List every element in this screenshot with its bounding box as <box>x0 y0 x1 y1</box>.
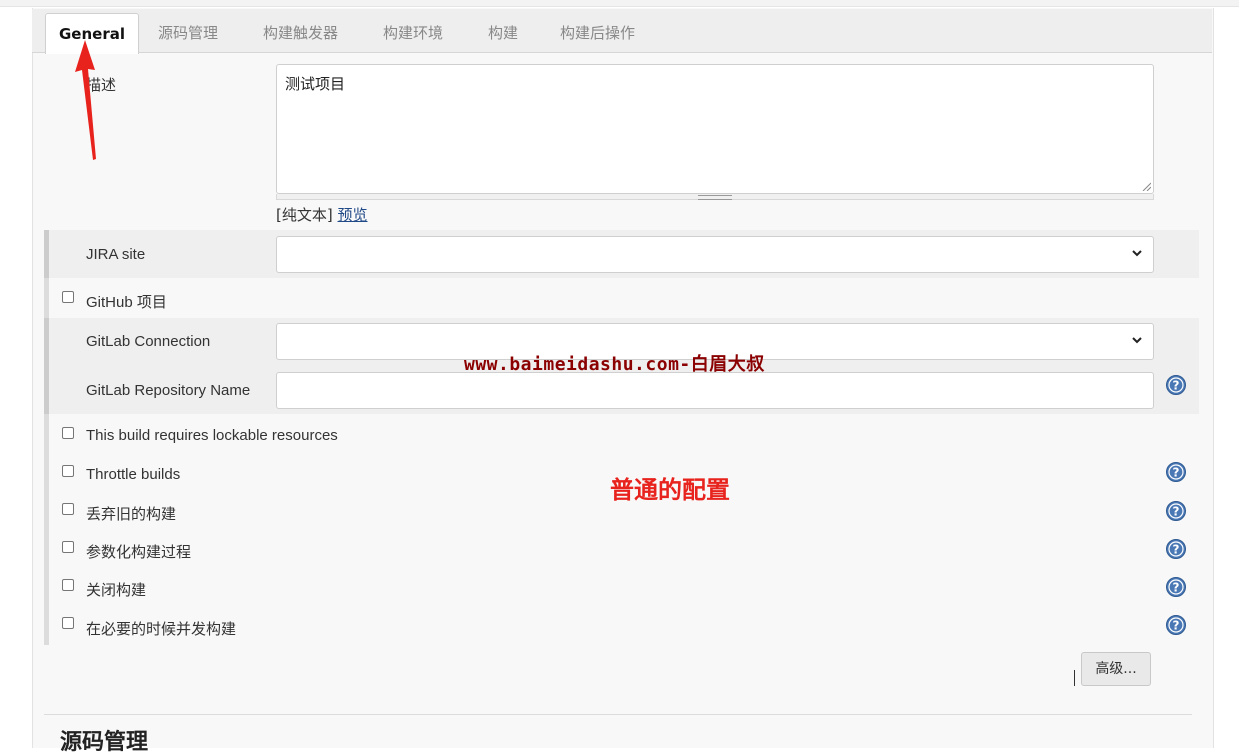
throttle-builds-label: Throttle builds <box>86 466 181 483</box>
preview-link[interactable]: 预览 <box>338 206 368 224</box>
source-management-heading: 源码管理 <box>60 730 149 755</box>
concurrent-build-checkbox[interactable] <box>62 617 74 629</box>
textarea-expand-grip[interactable] <box>276 194 1154 200</box>
svg-text:?: ? <box>1173 379 1180 393</box>
section-strip <box>44 278 49 318</box>
discard-old-builds-checkbox[interactable] <box>62 503 74 515</box>
annotation-text: 普通的配置 <box>610 476 730 504</box>
tab-bar: General 源码管理 构建触发器 构建环境 构建 构建后操作 <box>32 9 1212 54</box>
svg-text:?: ? <box>1173 505 1180 519</box>
text-cursor <box>1074 670 1075 686</box>
help-icon[interactable]: ? <box>1166 577 1186 597</box>
throttle-builds-checkbox[interactable] <box>62 465 74 477</box>
tab-source-management[interactable]: 源码管理 <box>158 22 218 43</box>
help-icon[interactable]: ? <box>1166 615 1186 635</box>
jira-site-select[interactable] <box>276 236 1154 273</box>
jira-site-label: JIRA site <box>86 246 146 263</box>
chevron-down-icon <box>1132 337 1142 344</box>
parameterized-build-checkbox[interactable] <box>62 541 74 553</box>
discard-old-builds-label: 丢弃旧的构建 <box>86 505 177 523</box>
github-project-label: GitHub 项目 <box>86 294 167 311</box>
disable-build-label: 关闭构建 <box>86 581 147 599</box>
top-border <box>0 0 1239 7</box>
advanced-button[interactable]: 高级... <box>1081 652 1151 686</box>
gitlab-repo-name-input[interactable] <box>276 372 1154 409</box>
svg-text:?: ? <box>1173 466 1180 480</box>
description-textarea[interactable]: 测试项目 <box>276 64 1154 194</box>
github-project-checkbox[interactable] <box>62 291 74 303</box>
watermark-text: www.baimeidashu.com-白眉大叔 <box>464 354 765 375</box>
section-strip <box>44 414 49 645</box>
gitlab-connection-label: GitLab Connection <box>86 333 211 350</box>
tab-build[interactable]: 构建 <box>488 22 518 43</box>
format-plain-text: [纯文本] <box>276 206 333 224</box>
svg-text:?: ? <box>1173 543 1180 557</box>
parameterized-build-label: 参数化构建过程 <box>86 543 192 561</box>
chevron-down-icon <box>1132 250 1142 257</box>
lockable-resources-checkbox[interactable] <box>62 427 74 439</box>
help-icon[interactable]: ? <box>1166 462 1186 482</box>
disable-build-checkbox[interactable] <box>62 579 74 591</box>
gitlab-repo-name-label: GitLab Repository Name <box>86 382 251 399</box>
section-divider <box>44 714 1192 715</box>
tab-post-build-actions[interactable]: 构建后操作 <box>560 22 635 43</box>
lockable-resources-label: This build requires lockable resources <box>86 427 338 444</box>
tab-build-triggers[interactable]: 构建触发器 <box>263 22 338 43</box>
resize-handle-icon[interactable] <box>1141 181 1151 191</box>
tab-build-environment[interactable]: 构建环境 <box>383 22 443 43</box>
help-icon[interactable]: ? <box>1166 539 1186 559</box>
red-arrow-icon <box>75 40 96 160</box>
svg-text:?: ? <box>1173 619 1180 633</box>
concurrent-build-label: 在必要的时候并发构建 <box>86 620 237 638</box>
svg-text:?: ? <box>1173 581 1180 595</box>
format-line: [纯文本] 预览 <box>276 204 368 225</box>
help-icon[interactable]: ? <box>1166 375 1186 395</box>
help-icon[interactable]: ? <box>1166 501 1186 521</box>
